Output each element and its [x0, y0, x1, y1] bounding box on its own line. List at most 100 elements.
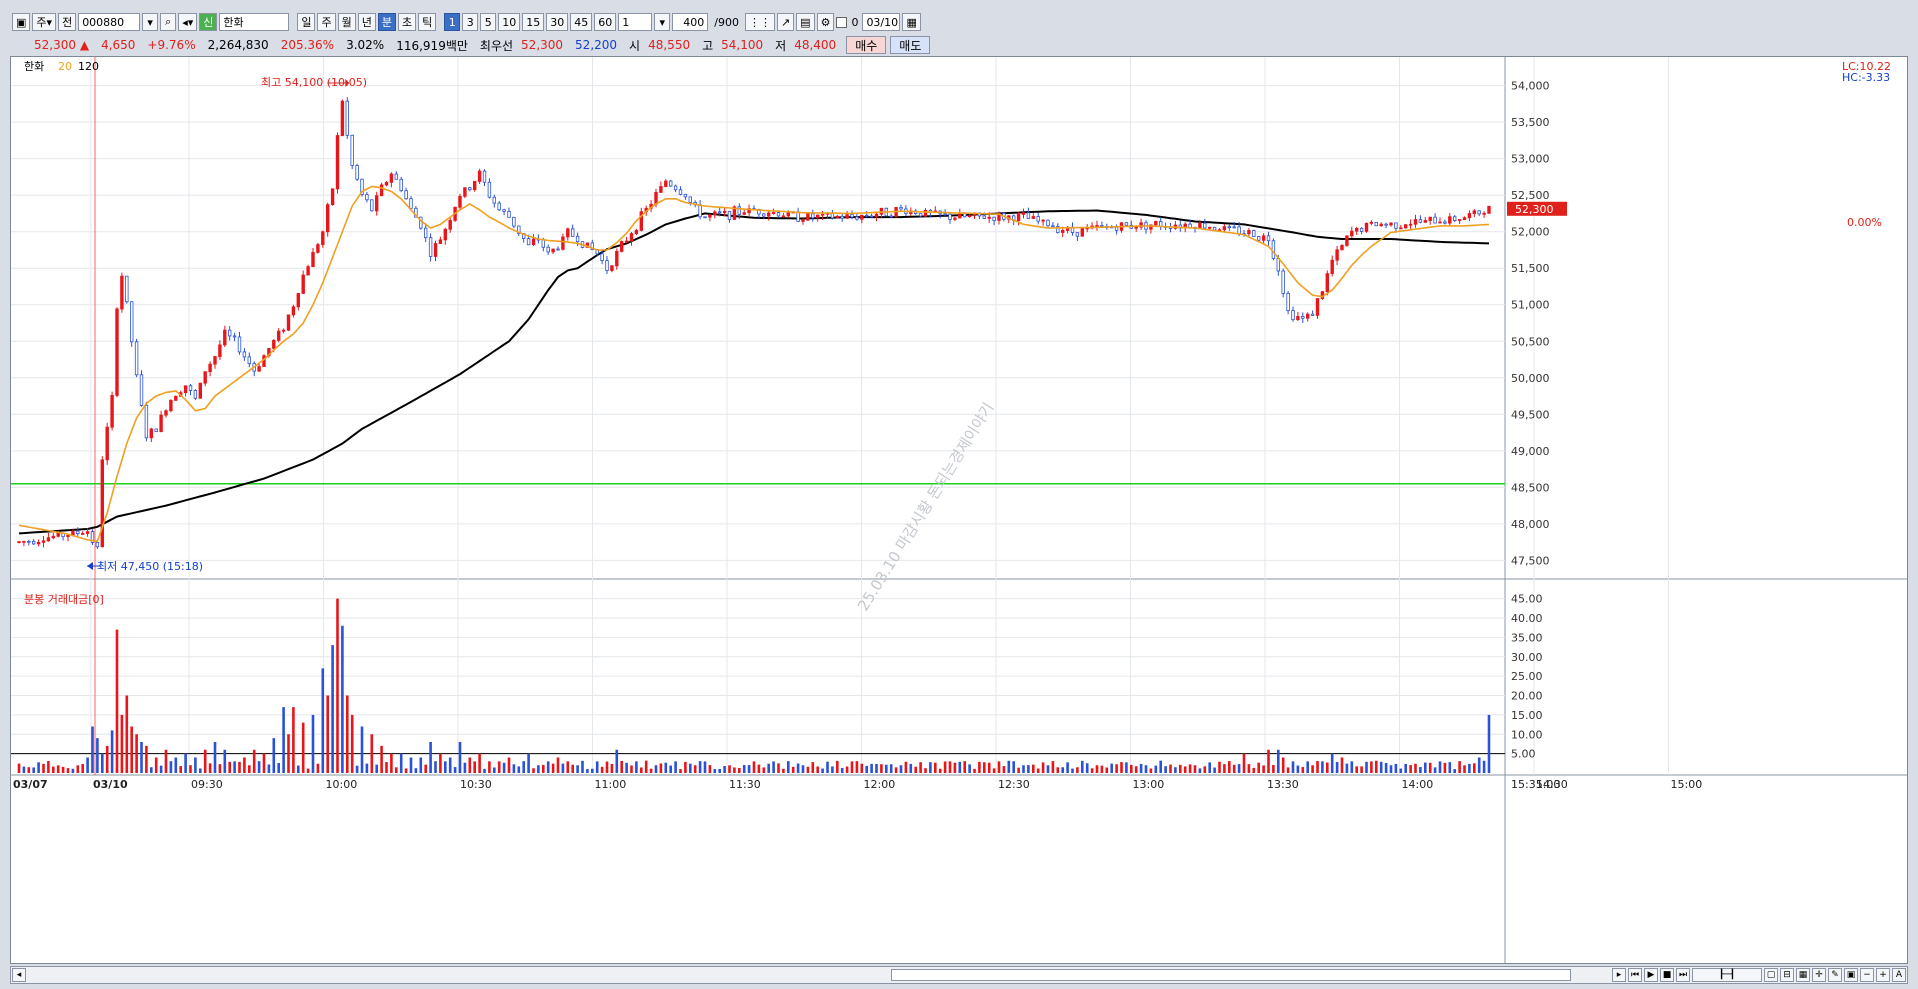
scroll-right-button[interactable]: ▸ [1612, 968, 1626, 982]
candle-body [438, 239, 443, 244]
save-icon[interactable]: ▤ [796, 13, 815, 31]
volume-bar [311, 714, 315, 773]
volume-bar [1041, 762, 1045, 773]
split-icon[interactable]: ⊟ [1780, 968, 1794, 982]
cross-icon[interactable]: ✛ [1812, 968, 1826, 982]
gear-icon[interactable]: ⚙ [816, 13, 835, 31]
candle-body [345, 100, 349, 136]
grid-icon[interactable]: ▦ [1796, 968, 1810, 982]
volume-bar [135, 734, 138, 773]
next-icon[interactable]: ⏭ [1676, 968, 1690, 982]
period-type-select[interactable]: 주 ▾ [32, 13, 57, 31]
stop-icon[interactable]: ■ [1660, 968, 1674, 982]
play-icon[interactable]: ▶ [1644, 968, 1658, 982]
sell-button[interactable]: 매도 [890, 36, 931, 54]
candle-body [340, 100, 345, 136]
candle-body [1345, 235, 1349, 246]
volume-bar [752, 761, 756, 773]
stock-code-input[interactable]: 000880 [78, 13, 141, 31]
buy-button[interactable]: 매수 [846, 36, 887, 54]
new-tag-badge: 신 [199, 13, 218, 31]
candle-body [865, 214, 869, 217]
draw-tool-icon[interactable]: ↗ [776, 13, 795, 31]
volume-bar [199, 768, 202, 773]
calendar-icon[interactable]: ▦ [902, 13, 921, 31]
interval-15[interactable]: 15 [522, 13, 545, 31]
interval-select[interactable]: 1 [618, 13, 653, 31]
plus-icon[interactable]: + [1876, 968, 1890, 982]
scroll-thumb[interactable] [891, 969, 1571, 981]
candle-body [1041, 219, 1045, 222]
interval-dropdown-icon[interactable]: ▾ [654, 13, 671, 31]
candle-body [213, 356, 217, 365]
count-input[interactable]: 400 [672, 13, 709, 31]
chart-area[interactable]: 54,000 53,500 53,000 52,500 52,000 51,500 51,0… [10, 56, 1908, 964]
period-minute[interactable]: 분 [377, 13, 396, 31]
date-input[interactable]: 03/10 [862, 13, 901, 31]
first-page-icon[interactable]: ⏮ [1628, 968, 1642, 982]
volume-bar [1370, 761, 1373, 773]
volume-bar [1473, 763, 1476, 773]
scroll-left-button[interactable]: ◂ [12, 968, 26, 982]
volume-bar [1120, 762, 1123, 773]
time-tick-label: 10:30 [460, 778, 492, 791]
speaker-icon[interactable]: ◂▾ [178, 13, 198, 31]
volume-bar [434, 761, 437, 773]
bottom-scrollbar[interactable]: ◂ ▸ ⏮ ▶ ■ ⏭ ┠─┨ ▢ ⊟ ▦ ✛ ✎ ▣ − + A [10, 966, 1908, 984]
candle-body [1159, 221, 1163, 227]
candle-body [1261, 235, 1266, 241]
candle-body [370, 199, 374, 212]
volume-bar [1237, 764, 1241, 773]
candle-body [1379, 223, 1383, 227]
volume-bar [238, 761, 241, 773]
candle-body [85, 531, 90, 534]
price-tick-label: 54,000 [1511, 80, 1550, 93]
candle-body [664, 180, 668, 187]
zoom-range-icon[interactable]: ┠─┨ [1692, 968, 1762, 982]
interval-10[interactable]: 10 [498, 13, 521, 31]
candle-body [1374, 221, 1378, 227]
period-second[interactable]: 초 [397, 13, 417, 31]
candle-body [546, 246, 550, 253]
period-tick[interactable]: 틱 [418, 13, 437, 31]
candle-body [115, 308, 119, 396]
indicator-icon[interactable]: ⋮⋮ [744, 13, 775, 31]
volume-bar [708, 765, 712, 773]
period-month[interactable]: 월 [337, 13, 356, 31]
up-arrow-icon: ▲ [79, 38, 90, 52]
price-chart-svg[interactable]: 54,000 53,500 53,000 52,500 52,000 51,500 51,0… [11, 57, 1907, 963]
candle-body [575, 235, 580, 243]
candle-body [566, 228, 570, 238]
time-tick-label: 03/07 [13, 778, 48, 791]
scroll-track[interactable] [31, 969, 1607, 981]
interval-60[interactable]: 60 [594, 13, 617, 31]
pen-icon[interactable]: ✎ [1828, 968, 1842, 982]
period-day[interactable]: 일 [297, 13, 316, 31]
screenshot-icon[interactable]: ▣ [1844, 968, 1858, 982]
code-dropdown-icon[interactable]: ▾ [142, 13, 159, 31]
candle-body [389, 173, 394, 183]
interval-1[interactable]: 1 [444, 13, 461, 31]
search-icon[interactable]: ⌕ [160, 13, 177, 31]
volume-bar [1066, 762, 1069, 773]
interval-3[interactable]: 3 [462, 13, 479, 31]
candle-body [722, 210, 727, 214]
candle-body [404, 190, 408, 200]
layout-icon[interactable]: ▢ [1764, 968, 1778, 982]
volume-bar [836, 760, 839, 773]
volume-bar [1247, 764, 1251, 773]
time-tick-label: 11:00 [595, 778, 627, 791]
period-week[interactable]: 주 [317, 13, 336, 31]
interval-45[interactable]: 45 [570, 13, 593, 31]
interval-30[interactable]: 30 [546, 13, 569, 31]
date-checkbox[interactable] [836, 16, 848, 28]
minus-icon[interactable]: − [1860, 968, 1874, 982]
window-icon[interactable]: ▣ [12, 13, 31, 31]
volume-bar [96, 738, 99, 773]
font-size-icon[interactable]: A [1892, 968, 1906, 982]
current-pct-label: 0.00% [1847, 216, 1882, 229]
interval-5[interactable]: 5 [480, 13, 497, 31]
mode-button[interactable]: 전 [58, 13, 77, 31]
stock-name-field[interactable]: 한화 [219, 13, 290, 31]
period-year[interactable]: 년 [357, 13, 376, 31]
